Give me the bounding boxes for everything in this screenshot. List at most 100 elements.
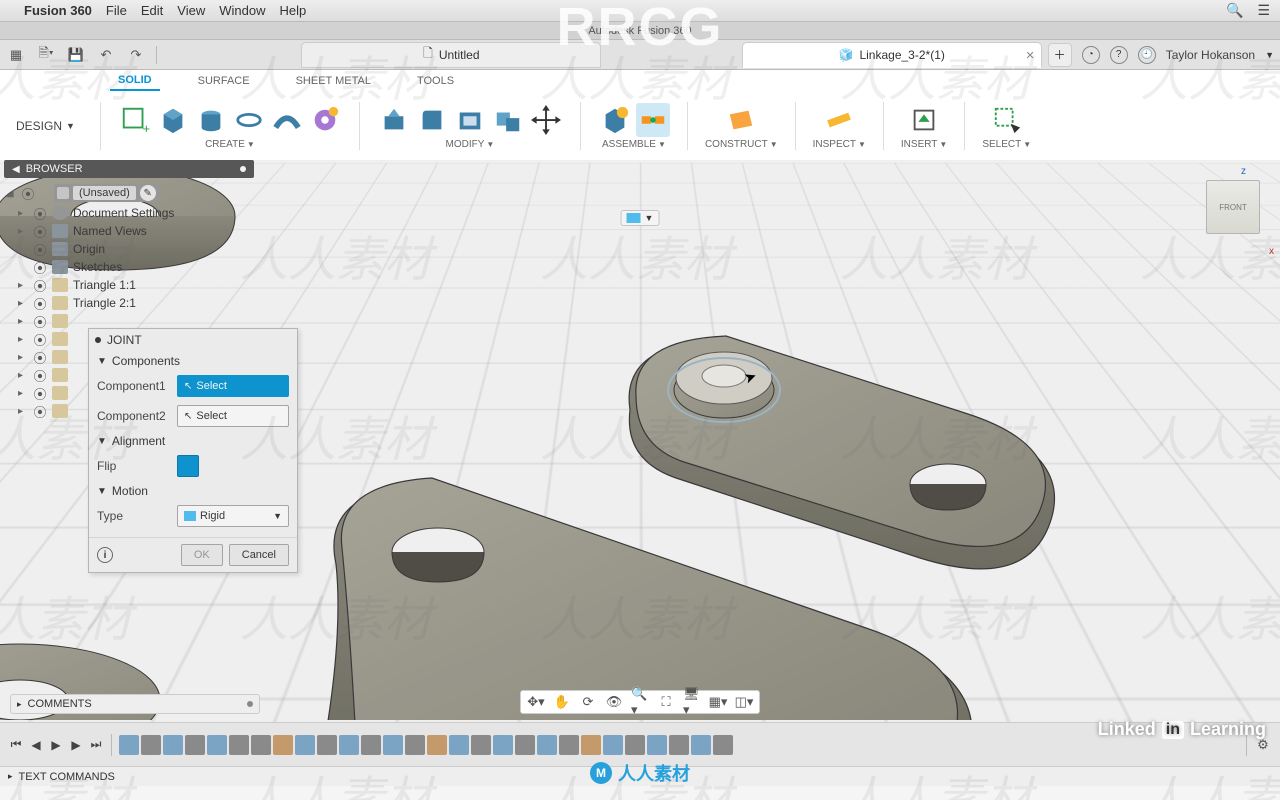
visibility-icon[interactable] [33,314,47,328]
ribbon-tab-solid[interactable]: SOLID [110,71,160,91]
orbit-icon[interactable]: ✥▾ [527,694,545,710]
timeline-play-icon[interactable]: ▶ [48,737,64,753]
browser-item[interactable]: Sketches [4,258,254,276]
viewport[interactable]: ▼ ➤ FRONT z x ◀ BROWSER ◢ (Unsaved) ✎ ▸D… [0,160,1280,722]
plane-icon[interactable] [724,103,758,137]
help-icon[interactable]: ? [1110,46,1128,64]
fillet-icon[interactable] [415,103,449,137]
sketch-icon[interactable]: + [118,103,152,137]
edit-icon[interactable]: ✎ [140,185,156,201]
group-assemble-label[interactable]: ASSEMBLE ▼ [602,139,666,150]
grid-settings-icon[interactable]: ▦▾ [709,694,727,710]
measure-icon[interactable] [822,103,856,137]
visibility-icon[interactable] [33,206,47,220]
component2-select-button[interactable]: ↖Select [177,405,289,427]
component1-select-button[interactable]: ↖Select [177,375,289,397]
ok-button[interactable]: OK [181,544,223,566]
menu-file[interactable]: File [106,3,127,18]
undo-icon[interactable]: ↶ [96,45,116,65]
timeline-feature[interactable] [273,735,293,755]
info-icon[interactable]: i [97,547,113,563]
timeline-feature[interactable] [691,735,711,755]
group-modify-label[interactable]: MODIFY ▼ [446,139,495,150]
visibility-icon[interactable] [33,404,47,418]
timeline-start-icon[interactable]: ⏮ [8,737,24,753]
sweep-icon[interactable] [270,103,304,137]
presspull-icon[interactable] [377,103,411,137]
doc-tab-untitled[interactable]: 🗋 Untitled [301,42,601,68]
menu-edit[interactable]: Edit [141,3,163,18]
viewport-layout-icon[interactable]: ◫▾ [735,694,753,710]
timeline-feature[interactable] [163,735,183,755]
timeline-feature[interactable] [581,735,601,755]
timeline-feature[interactable] [339,735,359,755]
group-construct-label[interactable]: CONSTRUCT ▼ [705,139,778,150]
timeline-feature[interactable] [383,735,403,755]
timeline-feature[interactable] [185,735,205,755]
visibility-icon[interactable] [33,278,47,292]
timeline-feature[interactable] [405,735,425,755]
visibility-icon[interactable] [33,386,47,400]
menu-help[interactable]: Help [279,3,306,18]
group-insert-label[interactable]: INSERT ▼ [901,139,947,150]
insert-icon[interactable] [907,103,941,137]
timeline-feature[interactable] [449,735,469,755]
visibility-icon[interactable] [33,242,47,256]
visibility-icon[interactable] [21,186,35,200]
display-settings-icon[interactable]: 🖥▾ [683,694,701,710]
browser-item[interactable]: ▸Named Views [4,222,254,240]
timeline-feature[interactable] [251,735,271,755]
dropdown-icon[interactable]: ▼ [645,213,654,223]
section-motion[interactable]: ▼Motion [89,481,297,501]
revolve-icon[interactable] [232,103,266,137]
visibility-icon[interactable] [33,296,47,310]
timeline-fwd-icon[interactable]: ▶ [68,737,84,753]
timeline-feature[interactable] [603,735,623,755]
visibility-icon[interactable] [33,332,47,346]
doc-tab-linkage[interactable]: 🧊 Linkage_3-2*(1) ✕ [742,42,1042,68]
zoom-icon[interactable]: 🔍▾ [631,694,649,710]
timeline-feature[interactable] [141,735,161,755]
box-icon[interactable] [156,103,190,137]
menu-window[interactable]: Window [219,3,265,18]
timeline-feature[interactable] [537,735,557,755]
user-name[interactable]: Taylor Hokanson [1166,48,1255,62]
extrude-icon[interactable] [194,103,228,137]
hole-icon[interactable] [308,103,342,137]
group-inspect-label[interactable]: INSPECT ▼ [813,139,866,150]
browser-header[interactable]: ◀ BROWSER [4,160,254,178]
select-icon[interactable] [990,103,1024,137]
timeline-feature[interactable] [229,735,249,755]
timeline-feature[interactable] [515,735,535,755]
cancel-button[interactable]: Cancel [229,544,289,566]
pan-icon[interactable]: ✋ [553,694,571,710]
timeline-feature[interactable] [559,735,579,755]
timeline-feature[interactable] [669,735,689,755]
browser-root[interactable]: (Unsaved) ✎ [54,184,159,202]
browser-item[interactable]: ▸Triangle 1:1 [4,276,254,294]
search-icon[interactable]: 🔍 [1226,2,1243,19]
timeline-feature[interactable] [207,735,227,755]
browser-item[interactable]: Origin [4,240,254,258]
timeline-feature[interactable] [625,735,645,755]
group-select-label[interactable]: SELECT ▼ [982,139,1031,150]
notifications-icon[interactable]: 🕘 [1138,46,1156,64]
timeline-feature[interactable] [493,735,513,755]
flip-button[interactable] [177,455,199,477]
new-tab-button[interactable]: ＋ [1048,43,1072,67]
data-panel-icon[interactable]: ▦ [6,45,26,65]
section-components[interactable]: ▼Components [89,351,297,371]
save-icon[interactable]: 💾 [66,45,86,65]
viewport-mini-toolbar[interactable]: ▼ [621,210,660,226]
section-alignment[interactable]: ▼Alignment [89,431,297,451]
file-menu-icon[interactable]: 🗎▾ [36,45,56,65]
extensions-icon[interactable]: ◔ [1082,46,1100,64]
redo-icon[interactable]: ↷ [126,45,146,65]
visibility-icon[interactable] [33,260,47,274]
move-icon[interactable] [529,103,563,137]
shell-icon[interactable] [453,103,487,137]
motion-type-dropdown[interactable]: Rigid ▼ [177,505,289,527]
timeline-feature[interactable] [119,735,139,755]
workspace-switcher[interactable]: DESIGN▼ [8,115,83,137]
new-component-icon[interactable] [598,103,632,137]
